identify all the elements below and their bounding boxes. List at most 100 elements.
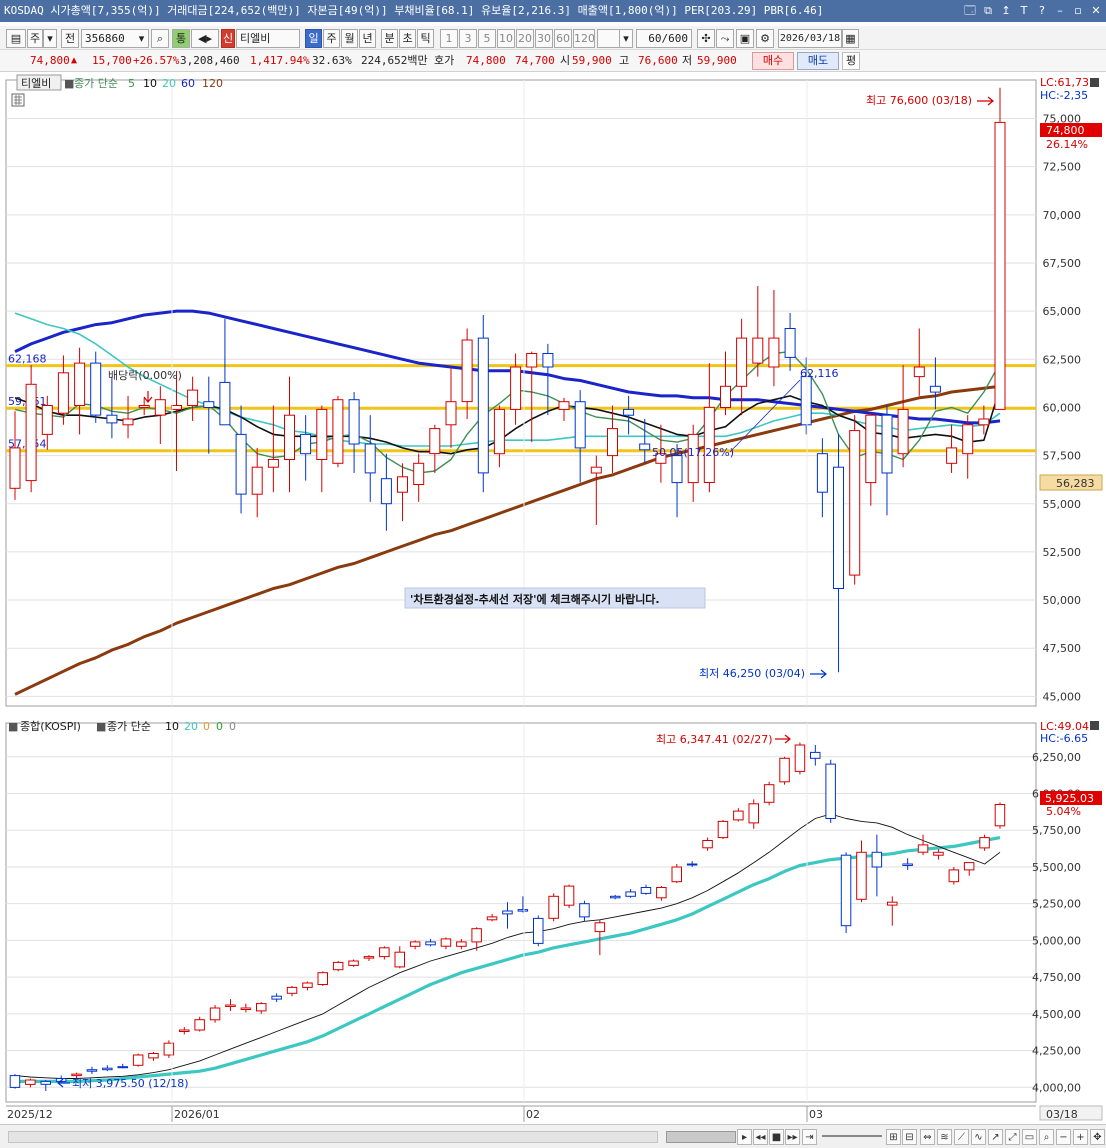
magnify-icon[interactable]: ⌕ — [1039, 1129, 1054, 1145]
interval-20-button[interactable]: 20 — [516, 29, 534, 48]
candle-body — [40, 1080, 51, 1085]
candle-body — [810, 751, 821, 759]
close-icon[interactable]: ✕ — [1090, 0, 1102, 22]
pin-icon[interactable]: ↥ — [1000, 0, 1012, 22]
interval-120-button[interactable]: 120 — [573, 29, 595, 48]
trend-icon[interactable]: ⤳ — [716, 29, 734, 48]
candle-body — [978, 418, 990, 426]
candle-body — [533, 917, 544, 944]
play-back-icon[interactable]: ◂◂ — [753, 1129, 768, 1145]
play-forward-icon[interactable]: ▸▸ — [785, 1129, 800, 1145]
candle-body — [409, 941, 421, 947]
layout-icon[interactable]: 🗔 — [964, 0, 976, 22]
candle-body — [902, 863, 913, 866]
view-count-field[interactable]: 60/600 — [636, 29, 692, 48]
fib-top-label: 62,116 — [800, 367, 839, 380]
period-dropdown-icon[interactable]: ▾ — [43, 29, 57, 48]
interval-30-button[interactable]: 30 — [535, 29, 553, 48]
maximize-icon[interactable]: ▫ — [1072, 0, 1084, 22]
ref-price-label: 56,283 — [1056, 477, 1095, 490]
restore-icon[interactable]: ⧉ — [982, 0, 994, 22]
chart-menu-icon[interactable]: ▤ — [6, 29, 26, 48]
candle-body — [563, 885, 575, 906]
week-button[interactable]: 주 — [323, 29, 340, 48]
trend-tool-icon[interactable]: ⟋ — [954, 1129, 969, 1145]
quote-bar: 74,800 ▲ 15,700 +26.57% 3,208,460 1,417.… — [0, 50, 1106, 72]
arrow-tool-icon[interactable]: ↗ — [988, 1129, 1003, 1145]
index-ma20-legend: 20 — [184, 720, 198, 733]
font-icon[interactable]: T — [1018, 0, 1030, 22]
year-button[interactable]: 년 — [359, 29, 376, 48]
candle-body — [849, 430, 861, 576]
candle-body — [132, 1054, 144, 1066]
candle-body — [703, 406, 715, 483]
candle-body — [122, 418, 134, 426]
scroll-track[interactable] — [8, 1131, 658, 1143]
index-high-annotation: 최고 6,347.41 (02/27) — [656, 733, 773, 746]
hc-label: HC:-2,35 — [1040, 89, 1088, 102]
period-button[interactable]: 주 — [27, 29, 43, 48]
chart-canvas[interactable]: 62,16859,96157,754 45,00047,50050,00052,… — [0, 72, 1106, 1122]
zoom-in-icon[interactable]: ⊞ — [886, 1129, 901, 1145]
search-icon[interactable]: ⌕ — [151, 29, 169, 48]
x-label-03: 03 — [809, 1108, 823, 1121]
candle-body — [493, 408, 505, 455]
sell-button[interactable]: 매도 — [797, 52, 839, 70]
zoom-out-icon[interactable]: ⊟ — [902, 1129, 917, 1145]
plus-icon[interactable]: + — [1073, 1129, 1088, 1145]
second-button[interactable]: 초 — [399, 29, 416, 48]
stop-icon[interactable]: ■ — [769, 1129, 784, 1145]
prev-button[interactable]: 전 — [61, 29, 79, 48]
ruler-tool-icon[interactable]: ⤢ — [1005, 1129, 1020, 1145]
day-button[interactable]: 일 — [305, 29, 322, 48]
code-dropdown-icon[interactable]: ▾ — [135, 29, 149, 48]
help-icon[interactable]: ? — [1036, 0, 1048, 22]
sound-icon[interactable]: ◀▸ — [191, 29, 219, 48]
chart-type-button[interactable]: 통 — [172, 29, 190, 48]
minus-icon[interactable]: − — [1056, 1129, 1071, 1145]
price-panel-close-icon[interactable] — [1090, 78, 1099, 87]
candle-body — [623, 408, 635, 416]
wave-tool-icon[interactable]: ∿ — [971, 1129, 986, 1145]
crosshair-icon[interactable]: ✣ — [697, 29, 715, 48]
buy-button[interactable]: 매수 — [752, 52, 794, 70]
tick-button[interactable]: 틱 — [417, 29, 434, 48]
candle-body — [154, 399, 166, 416]
gear-icon[interactable]: ⚙ — [756, 29, 774, 48]
candle-body — [871, 851, 883, 868]
scroll-right-icon[interactable]: ▸ — [737, 1129, 752, 1145]
candle-body — [517, 909, 529, 912]
compare-icon[interactable]: ≋ — [937, 1129, 952, 1145]
calendar-icon[interactable]: ▦ — [842, 29, 859, 48]
x-label-2025-12: 2025/12 — [7, 1108, 53, 1121]
index-panel-close-icon[interactable] — [1090, 721, 1099, 730]
interval-60-button[interactable]: 60 — [554, 29, 572, 48]
candle-body — [148, 1053, 159, 1059]
fit-icon[interactable]: ⇔ — [920, 1129, 935, 1145]
eraser-tool-icon[interactable]: ▭ — [1022, 1129, 1037, 1145]
title-bar: KOSDAQ 시가총액[7,355(억)] 거래대금[224,652(백만)] … — [0, 0, 1106, 22]
interval-5-button[interactable]: 5 — [478, 29, 496, 48]
minimize-icon[interactable]: – — [1054, 0, 1066, 22]
interval-3-button[interactable]: 3 — [459, 29, 477, 48]
legend-square-icon: ■ — [64, 77, 74, 90]
low-label: 저 — [682, 54, 693, 67]
date-field[interactable]: 2026/03/18 — [778, 29, 842, 48]
expand-icon[interactable]: ⇥ — [802, 1129, 817, 1145]
minute-button[interactable]: 분 — [381, 29, 398, 48]
turnover-value: 32.63% — [312, 54, 352, 67]
candle-body — [171, 405, 182, 410]
stock-name-field[interactable]: 티엘비 — [236, 29, 300, 48]
month-button[interactable]: 월 — [341, 29, 358, 48]
save-icon[interactable]: ▣ — [736, 29, 754, 48]
interval-10-button[interactable]: 10 — [497, 29, 515, 48]
arrows-icon[interactable]: ✥ — [1090, 1129, 1105, 1145]
eval-button[interactable]: 평 — [842, 52, 860, 70]
interval-1-button[interactable]: 1 — [440, 29, 458, 48]
y-tick-label: 47,500 — [1043, 642, 1082, 655]
candle-body — [610, 895, 621, 899]
candle-body — [929, 385, 941, 393]
scroll-thumb[interactable] — [666, 1131, 736, 1143]
interval-dropdown-icon[interactable]: ▾ — [619, 29, 633, 48]
zoom-track[interactable] — [822, 1135, 882, 1137]
